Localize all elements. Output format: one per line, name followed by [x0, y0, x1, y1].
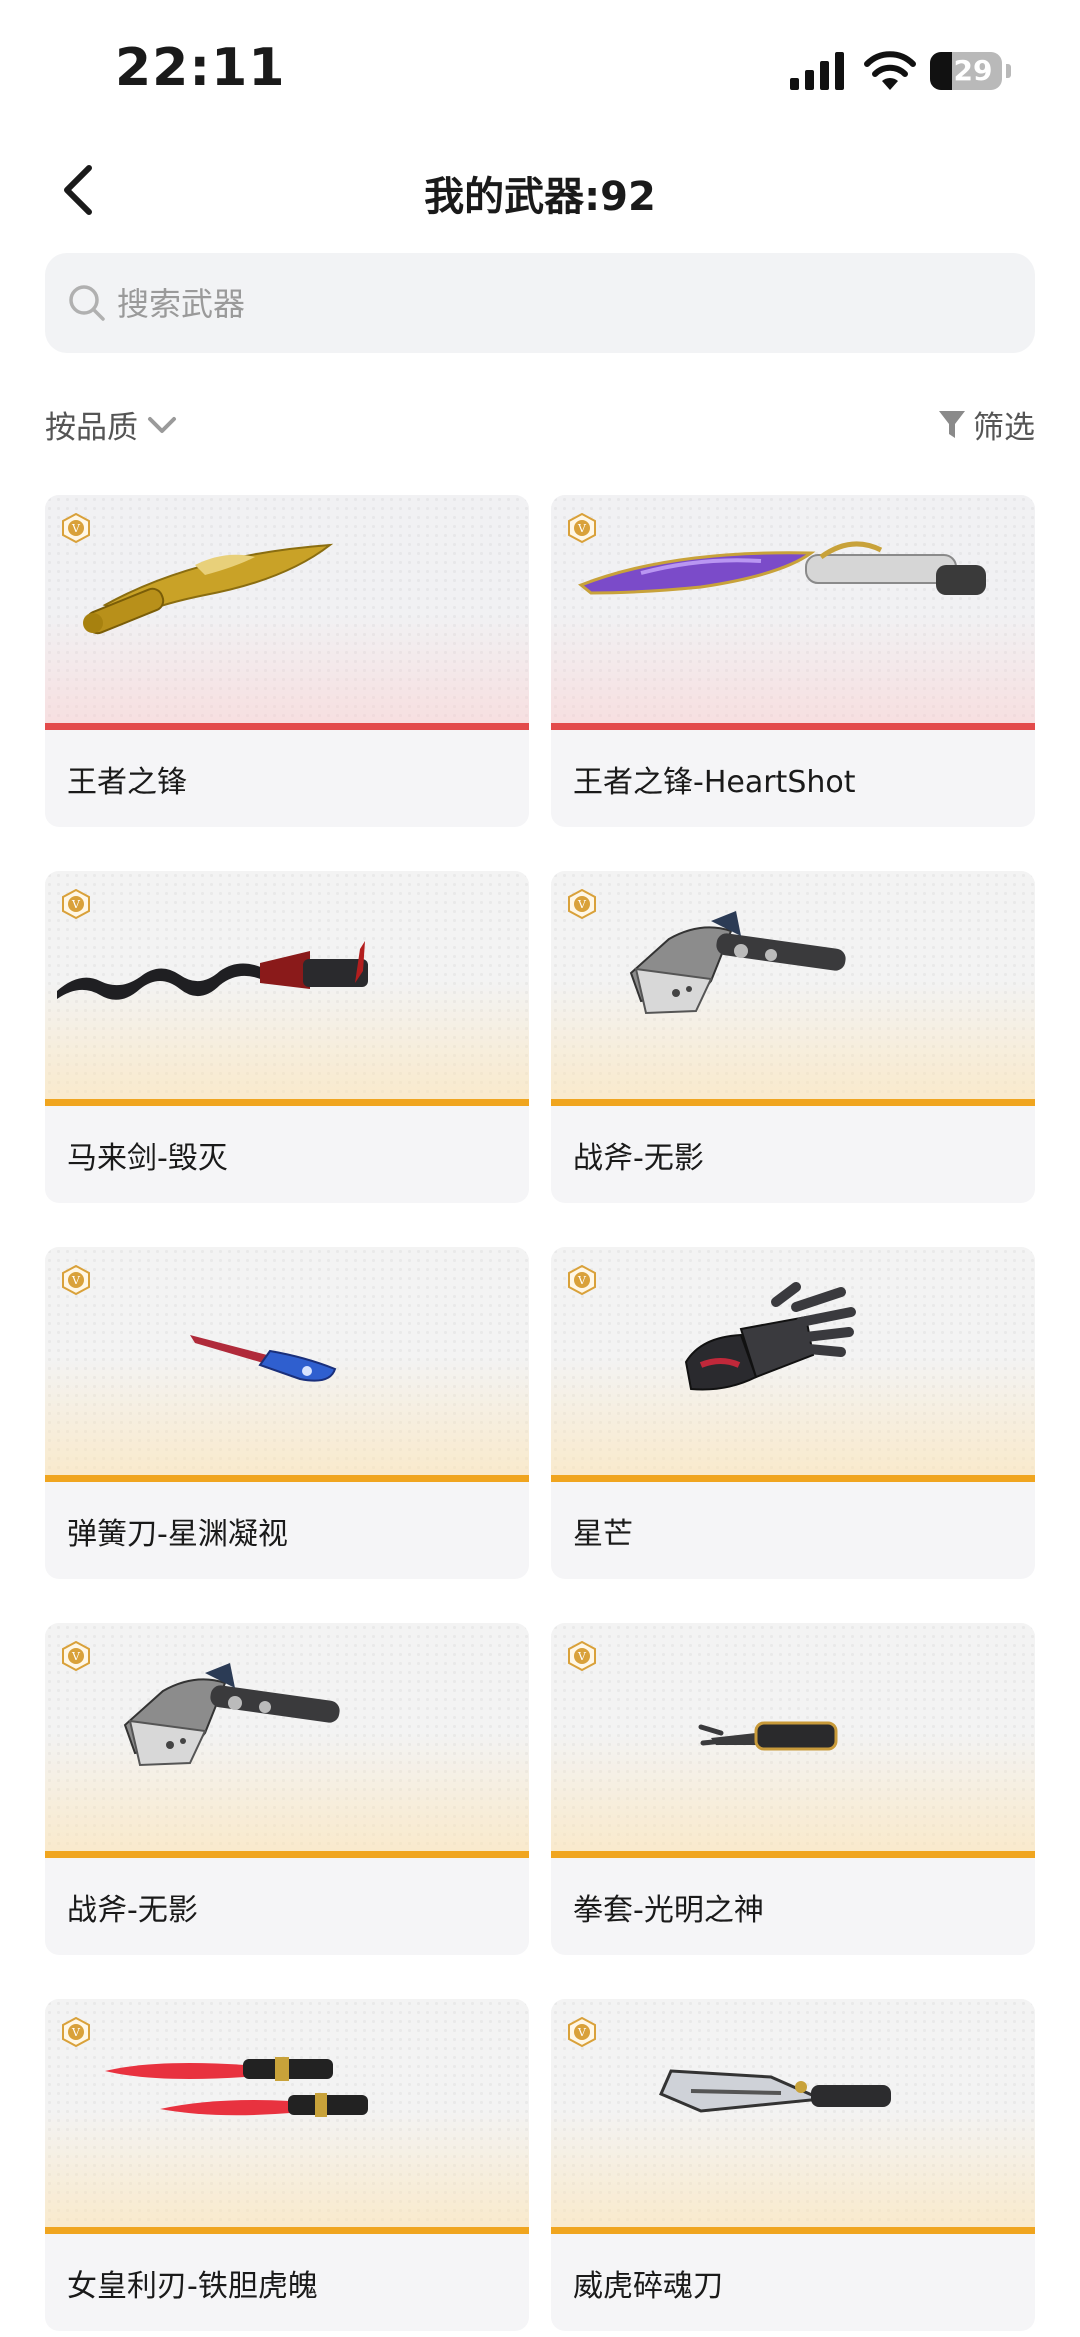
search-input[interactable] [115, 275, 999, 333]
weapon-card[interactable]: V 弹簧刀-星渊凝视 [45, 1247, 529, 1579]
svg-text:V: V [71, 898, 81, 911]
svg-text:V: V [577, 1274, 587, 1287]
svg-text:V: V [577, 522, 587, 535]
weapon-card[interactable]: V 拳套-光明之神 [551, 1623, 1035, 1955]
weapon-name: 弹簧刀-星渊凝视 [67, 1517, 288, 1552]
nav-header: 我的武器:92 [0, 150, 1080, 230]
cellular-signal-icon [790, 52, 844, 90]
weapon-name: 王者之锋 [67, 765, 187, 800]
search-bar[interactable] [45, 253, 1035, 353]
weapon-name: 战斧-无影 [67, 1893, 198, 1928]
wifi-icon [864, 51, 916, 90]
tier-band [551, 2227, 1035, 2234]
tier-band [45, 1851, 529, 1858]
search-icon [69, 285, 105, 321]
weapon-card[interactable]: V 王者之锋 [45, 495, 529, 827]
svg-text:V: V [71, 522, 81, 535]
filter-label: 筛选 [973, 410, 1035, 446]
tier-band [551, 1851, 1035, 1858]
weapon-name: 战斧-无影 [573, 1141, 704, 1176]
v-badge-icon: V [62, 1265, 90, 1295]
filter-funnel-icon [939, 410, 965, 438]
weapon-name: 王者之锋-HeartShot [573, 765, 856, 800]
v-badge-icon: V [62, 513, 90, 543]
svg-text:V: V [577, 2026, 587, 2039]
tier-band [551, 1099, 1035, 1106]
tier-band [45, 723, 529, 730]
v-badge-icon: V [568, 1265, 596, 1295]
v-badge-icon: V [568, 2017, 596, 2047]
battery-icon: 29 [930, 52, 1002, 90]
v-badge-icon: V [568, 513, 596, 543]
battery-tip [1006, 64, 1011, 78]
weapon-name: 威虎碎魂刀 [573, 2269, 723, 2304]
tier-band [551, 1475, 1035, 1482]
v-badge-icon: V [62, 2017, 90, 2047]
chevron-down-icon [148, 416, 176, 433]
weapon-card[interactable]: V 女皇利刃-铁胆虎魄 [45, 1999, 529, 2331]
svg-text:V: V [71, 2026, 81, 2039]
battery-level: 29 [953, 54, 993, 87]
status-time: 22:11 [115, 38, 286, 98]
page-title: 我的武器:92 [424, 174, 656, 220]
tier-band [45, 1099, 529, 1106]
tier-band [45, 2227, 529, 2234]
svg-text:V: V [71, 1650, 81, 1663]
tier-band [551, 723, 1035, 730]
weapon-card[interactable]: V 战斧-无影 [45, 1623, 529, 1955]
knuckle-glove-icon [698, 1721, 838, 1751]
v-badge-icon: V [568, 1641, 596, 1671]
gauntlet-icon [684, 1282, 856, 1391]
cleaver-blade-icon [659, 2069, 891, 2113]
weapon-card[interactable]: V 王者之锋-HeartShot [551, 495, 1035, 827]
v-badge-icon: V [62, 889, 90, 919]
filter-button[interactable]: 筛选 [937, 402, 1035, 447]
purple-kukri-icon [578, 541, 986, 595]
weapon-card[interactable]: V 星芒 [551, 1247, 1035, 1579]
svg-text:V: V [71, 1274, 81, 1287]
battle-axe-icon [629, 911, 846, 1015]
sort-label: 按品质 [45, 410, 138, 446]
weapon-card[interactable]: V 战斧-无影 [551, 871, 1035, 1203]
wavy-kris-sword-icon [57, 941, 368, 1000]
svg-text:V: V [577, 898, 587, 911]
weapon-name: 星芒 [573, 1517, 633, 1552]
svg-text:V: V [577, 1650, 587, 1663]
v-badge-icon: V [568, 889, 596, 919]
twin-red-blades-icon [105, 2057, 368, 2117]
weapon-name: 拳套-光明之神 [573, 1893, 764, 1928]
weapon-name: 女皇利刃-铁胆虎魄 [67, 2269, 318, 2304]
weapon-name: 马来剑-毁灭 [67, 1141, 228, 1176]
weapon-card[interactable]: V 威虎碎魂刀 [551, 1999, 1035, 2331]
battle-axe-icon [123, 1663, 340, 1767]
v-badge-icon: V [62, 1641, 90, 1671]
weapon-card[interactable]: V 马来剑-毁灭 [45, 871, 529, 1203]
switchblade-icon [190, 1335, 337, 1382]
sort-dropdown[interactable]: 按品质 [45, 402, 178, 447]
status-bar: 22:11 29 [0, 0, 1080, 130]
golden-dragon-kukri-icon [83, 543, 334, 635]
tier-band [45, 1475, 529, 1482]
